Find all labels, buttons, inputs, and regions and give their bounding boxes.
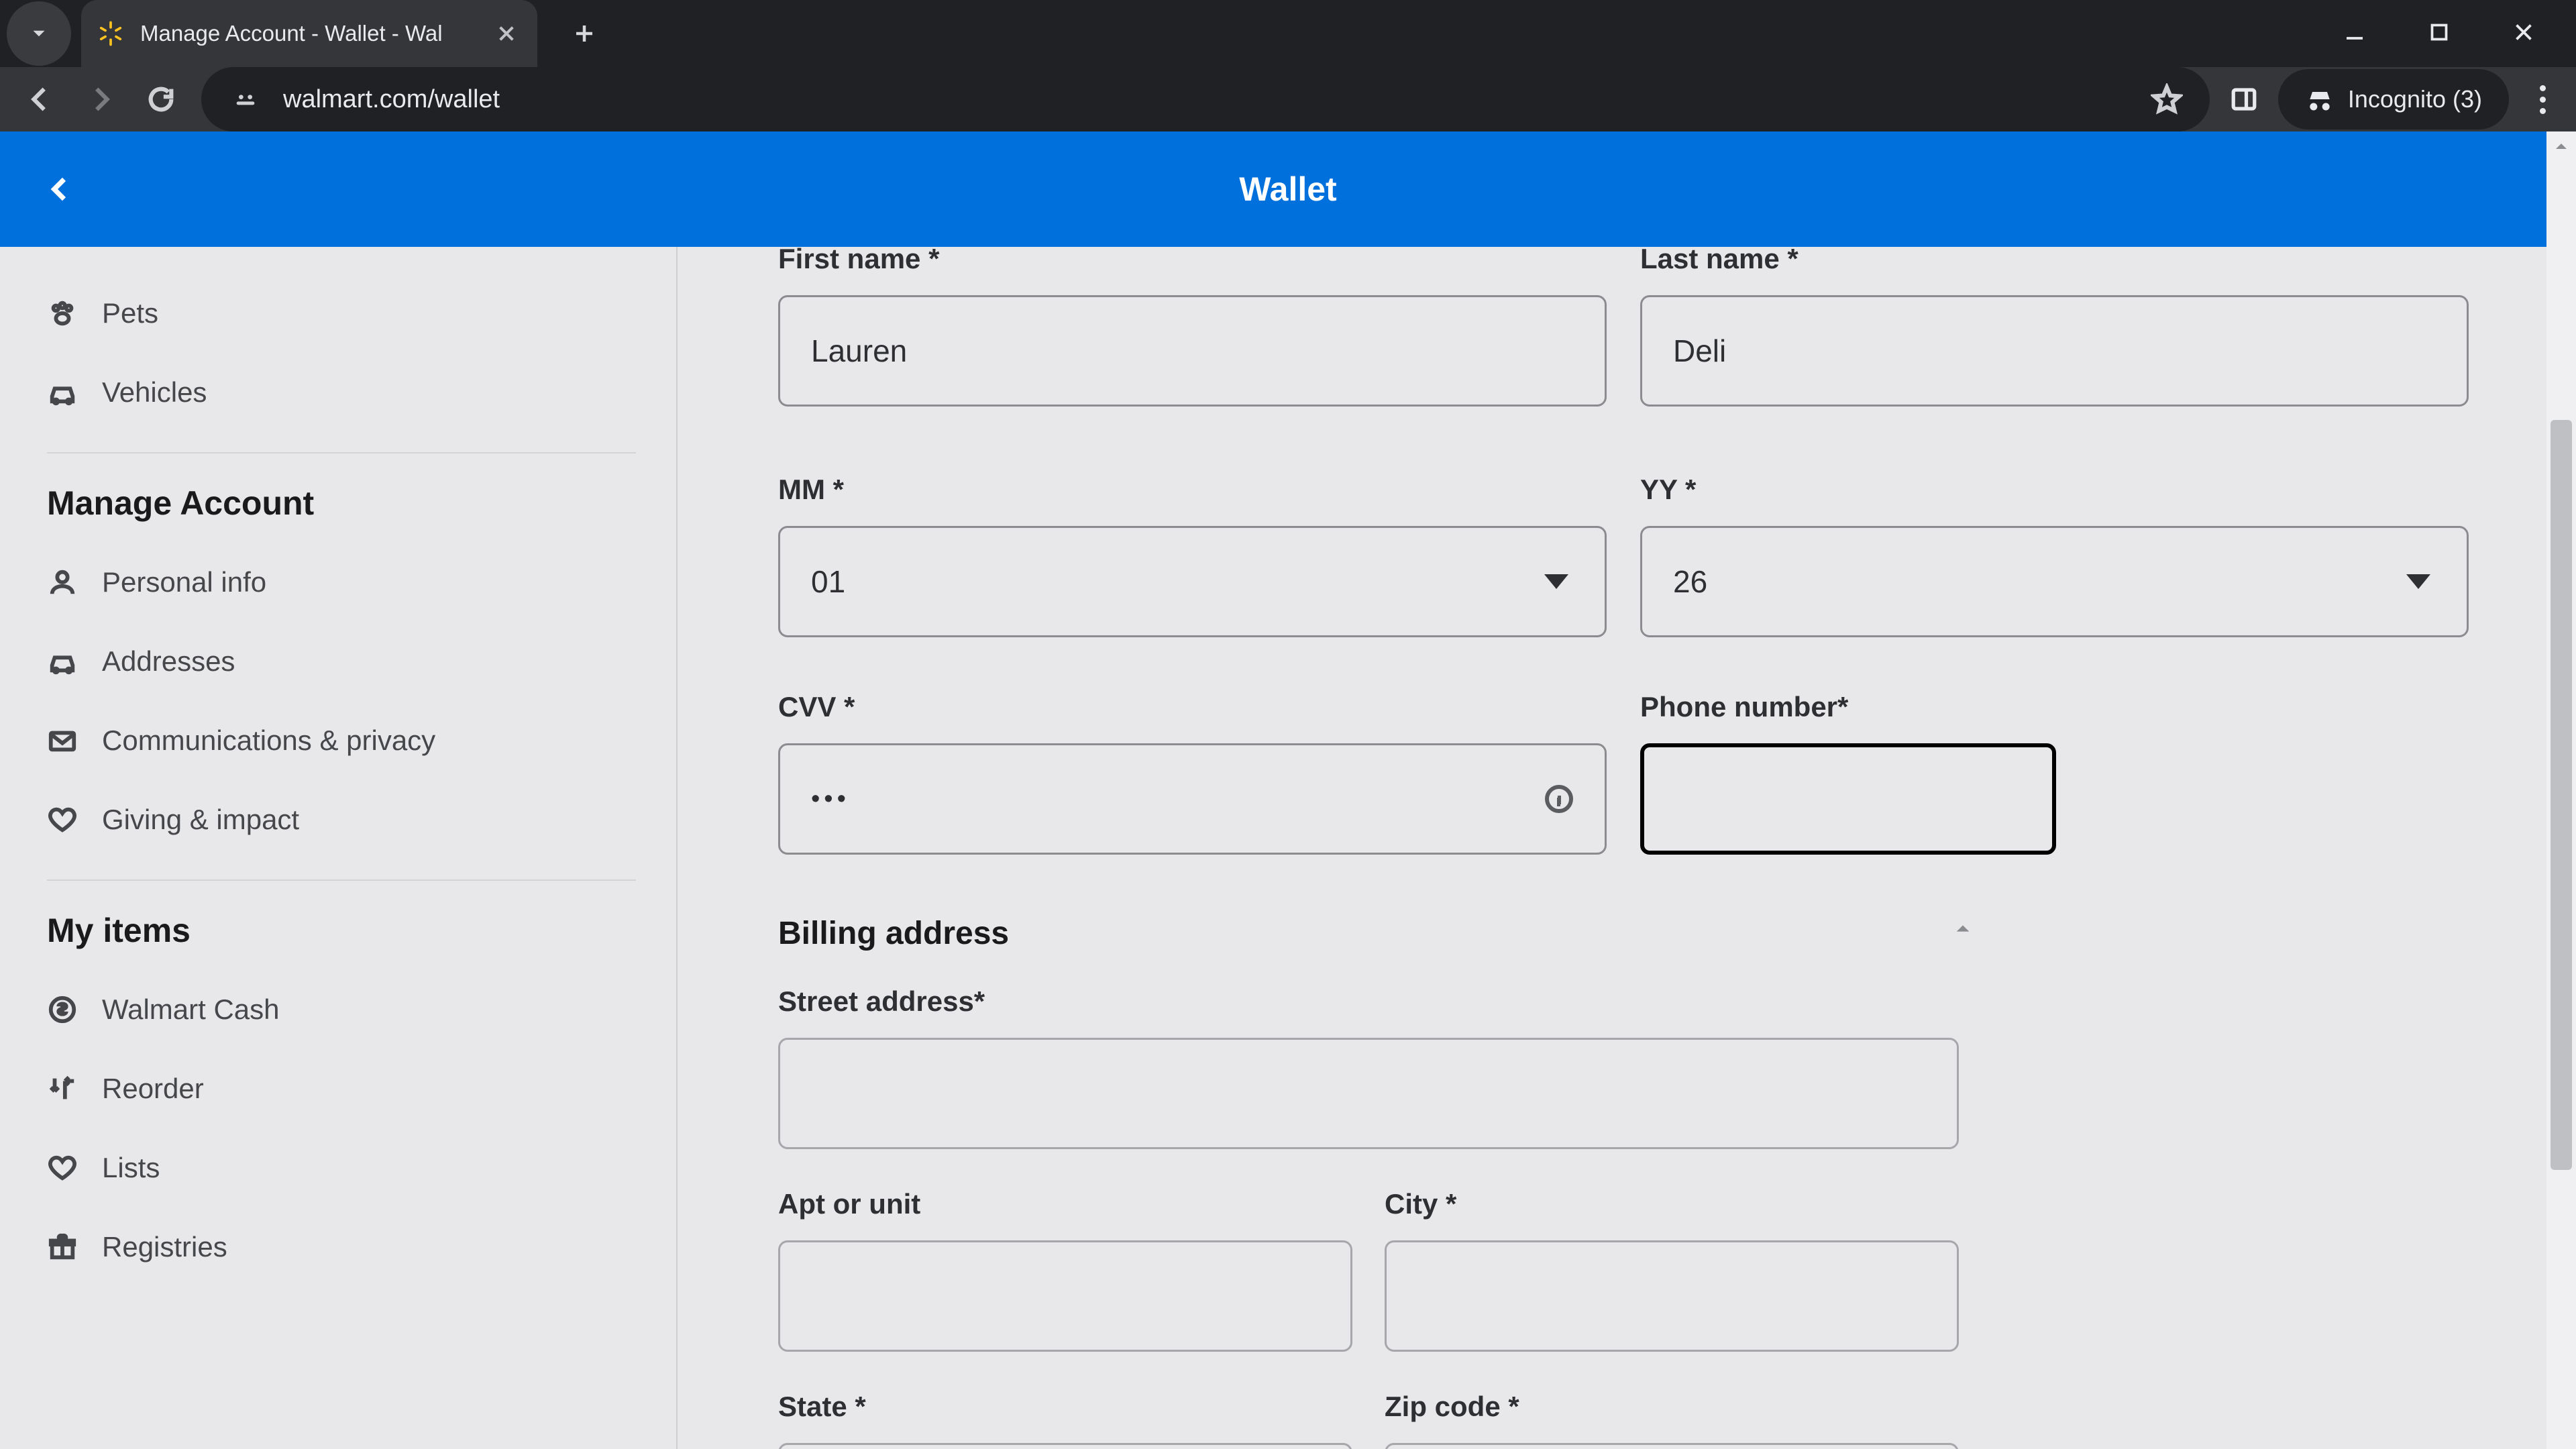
street-address-input[interactable] <box>778 1038 1959 1149</box>
first-name-label: First name * <box>778 247 1607 275</box>
sidebar-item-walmart-cash[interactable]: Walmart Cash <box>47 970 636 1049</box>
scrollbar-up-arrow-icon[interactable] <box>2546 131 2576 161</box>
tab-search-button[interactable] <box>7 1 71 66</box>
mail-icon <box>47 725 78 756</box>
expiry-year-select[interactable]: 26 <box>1640 526 2469 637</box>
tab-title: Manage Account - Wallet - Wal <box>140 21 443 46</box>
sidebar-section-manage-account: Manage Account <box>47 484 636 523</box>
page-back-button[interactable] <box>40 169 80 209</box>
bookmark-star-icon[interactable] <box>2151 83 2183 115</box>
sidebar-divider <box>47 452 636 453</box>
maximize-button[interactable] <box>2427 20 2451 48</box>
page: Wallet Pets Vehicles Manage Account Pers… <box>0 131 2576 1449</box>
form-main: First name * Lauren Last name * Deli MM … <box>678 247 2576 1449</box>
window-controls <box>2343 0 2576 67</box>
user-icon <box>47 567 78 598</box>
cvv-label: CVV * <box>778 691 1607 723</box>
close-tab-icon[interactable] <box>496 23 517 44</box>
billing-scroll-up-icon[interactable] <box>1949 915 1976 942</box>
cvv-info-icon[interactable] <box>1543 783 1575 815</box>
heart-icon <box>47 804 78 835</box>
cvv-input[interactable]: ••• <box>778 743 1607 855</box>
car-icon <box>47 377 78 408</box>
state-label: State * <box>778 1391 1352 1423</box>
sidebar-item-label: Addresses <box>102 645 235 678</box>
incognito-label: Incognito (3) <box>2348 85 2482 113</box>
sidebar-item-giving-impact[interactable]: Giving & impact <box>47 780 636 859</box>
billing-address-heading: Billing address <box>778 915 1959 952</box>
mm-label: MM * <box>778 474 1607 506</box>
phone-label: Phone number* <box>1640 691 2469 723</box>
url-text: walmart.com/wallet <box>283 85 2131 114</box>
city-label: City * <box>1385 1188 1959 1220</box>
site-info-icon[interactable] <box>228 82 263 117</box>
reload-button[interactable] <box>141 79 181 119</box>
sidebar-divider <box>47 879 636 881</box>
sidebar-item-label: Walmart Cash <box>102 994 280 1026</box>
back-button[interactable] <box>20 79 60 119</box>
close-window-button[interactable] <box>2512 20 2536 48</box>
car-icon <box>47 646 78 677</box>
reorder-icon <box>47 1073 78 1104</box>
browser-tabbar: Manage Account - Wallet - Wal <box>0 0 2576 67</box>
scrollbar-track[interactable] <box>2546 161 2576 1449</box>
state-select[interactable]: State <box>778 1443 1352 1449</box>
panel-button[interactable] <box>2230 72 2258 126</box>
zip-code-input[interactable] <box>1385 1443 1959 1449</box>
address-bar[interactable]: walmart.com/wallet <box>201 67 2210 131</box>
chrome-menu-button[interactable] <box>2529 85 2556 114</box>
browser-tab[interactable]: Manage Account - Wallet - Wal <box>81 0 537 67</box>
sidebar: Pets Vehicles Manage Account Personal in… <box>0 247 678 1449</box>
scrollbar-thumb[interactable] <box>2551 420 2572 1170</box>
forward-button[interactable] <box>80 79 121 119</box>
sidebar-item-addresses[interactable]: Addresses <box>47 622 636 701</box>
toolbar-right-cluster: Incognito (3) <box>2230 69 2556 129</box>
minimize-button[interactable] <box>2343 20 2367 48</box>
expiry-month-select[interactable]: 01 <box>778 526 1607 637</box>
sidebar-item-label: Lists <box>102 1152 160 1184</box>
last-name-label: Last name * <box>1640 247 2469 275</box>
incognito-indicator[interactable]: Incognito (3) <box>2278 69 2509 129</box>
apt-unit-input[interactable] <box>778 1240 1352 1352</box>
city-input[interactable] <box>1385 1240 1959 1352</box>
first-name-input[interactable]: Lauren <box>778 295 1607 407</box>
new-tab-button[interactable] <box>564 13 604 54</box>
sidebar-item-reorder[interactable]: Reorder <box>47 1049 636 1128</box>
sidebar-item-label: Communications & privacy <box>102 724 435 757</box>
zip-label: Zip code * <box>1385 1391 1959 1423</box>
sidebar-item-label: Reorder <box>102 1073 204 1105</box>
apt-label: Apt or unit <box>778 1188 1352 1220</box>
sidebar-item-vehicles[interactable]: Vehicles <box>47 353 636 432</box>
sidebar-item-communications-privacy[interactable]: Communications & privacy <box>47 701 636 780</box>
yy-label: YY * <box>1640 474 2469 506</box>
sidebar-item-label: Giving & impact <box>102 804 299 836</box>
sidebar-item-label: Personal info <box>102 566 266 598</box>
walmart-favicon <box>96 19 125 48</box>
sidebar-item-label: Vehicles <box>102 376 207 409</box>
sidebar-item-label: Pets <box>102 297 158 329</box>
sidebar-item-personal-info[interactable]: Personal info <box>47 543 636 622</box>
sidebar-item-registries[interactable]: Registries <box>47 1208 636 1287</box>
paw-icon <box>47 298 78 329</box>
sidebar-item-label: Registries <box>102 1231 227 1263</box>
phone-number-input[interactable] <box>1640 743 2056 855</box>
gift-icon <box>47 1232 78 1263</box>
page-header: Wallet <box>0 131 2576 247</box>
last-name-input[interactable]: Deli <box>1640 295 2469 407</box>
sidebar-section-my-items: My items <box>47 911 636 950</box>
street-address-label: Street address* <box>778 985 1959 1018</box>
heart-outline-icon <box>47 1152 78 1183</box>
dollar-circle-icon <box>47 994 78 1025</box>
browser-toolbar: walmart.com/wallet Incognito (3) <box>0 67 2576 131</box>
page-scrollbar[interactable] <box>2546 131 2576 1449</box>
sidebar-item-lists[interactable]: Lists <box>47 1128 636 1208</box>
sidebar-item-pets[interactable]: Pets <box>47 274 636 353</box>
page-title: Wallet <box>1239 170 1336 209</box>
